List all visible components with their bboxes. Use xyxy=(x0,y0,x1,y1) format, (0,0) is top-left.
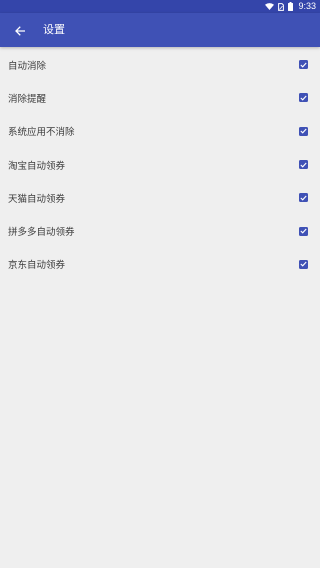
setting-pinduoduo-coupons[interactable]: 拼多多自动领券 xyxy=(0,214,320,247)
check-icon xyxy=(300,128,307,134)
checkbox-tmall-coupons[interactable] xyxy=(299,193,308,203)
wifi-icon xyxy=(265,3,275,10)
check-icon xyxy=(300,228,307,234)
setting-auto-clear[interactable]: 自动消除 xyxy=(0,48,320,81)
check-icon xyxy=(300,195,307,201)
setting-label: 天猫自动领券 xyxy=(8,193,66,205)
checkbox-pinduoduo-coupons[interactable] xyxy=(299,226,308,236)
checkbox-taobao-coupons[interactable] xyxy=(299,160,308,170)
setting-taobao-coupons[interactable]: 淘宝自动领券 xyxy=(0,148,320,181)
page-title: 设置 xyxy=(43,23,65,36)
setting-label: 系统应用不消除 xyxy=(8,127,75,139)
back-button[interactable] xyxy=(10,20,30,40)
battery-icon xyxy=(288,2,294,11)
checkbox-keep-system-apps[interactable] xyxy=(299,126,308,136)
arrow-back-icon xyxy=(15,21,26,40)
checkbox-clear-reminder[interactable] xyxy=(299,93,308,103)
setting-label: 自动消除 xyxy=(8,60,47,72)
status-icons: 9:33 xyxy=(265,0,316,13)
checkbox-auto-clear[interactable] xyxy=(299,60,308,70)
settings-list: 自动消除 消除提醒 系统应用不消除 淘宝自动领券 天猫自动领券 拼多多自动领券 xyxy=(0,47,320,281)
status-bar: 9:33 xyxy=(0,0,320,13)
setting-keep-system-apps[interactable]: 系统应用不消除 xyxy=(0,115,320,148)
app-bar: 设置 xyxy=(0,13,320,47)
setting-label: 京东自动领券 xyxy=(8,260,66,272)
checkbox-jd-coupons[interactable] xyxy=(299,259,308,269)
sim-card-icon xyxy=(278,2,285,11)
check-icon xyxy=(300,262,307,268)
setting-jd-coupons[interactable]: 京东自动领券 xyxy=(0,248,320,281)
setting-clear-reminder[interactable]: 消除提醒 xyxy=(0,81,320,114)
status-time: 9:33 xyxy=(298,1,316,11)
check-icon xyxy=(300,62,307,68)
setting-label: 淘宝自动领券 xyxy=(8,160,66,172)
setting-label: 消除提醒 xyxy=(8,93,47,105)
setting-label: 拼多多自动领券 xyxy=(8,227,75,239)
check-icon xyxy=(300,95,307,101)
check-icon xyxy=(300,162,307,168)
setting-tmall-coupons[interactable]: 天猫自动领券 xyxy=(0,181,320,214)
